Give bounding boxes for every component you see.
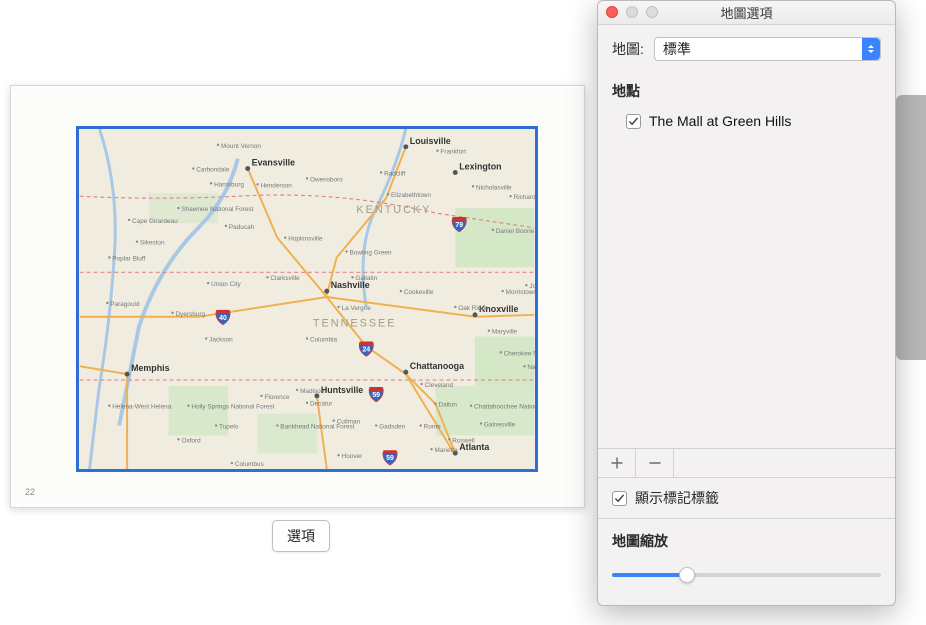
map-city-minor: Bankhead National Forest [280,423,354,430]
zoom-slider-thumb[interactable] [679,567,695,583]
map-city-minor: Rome [424,423,442,430]
location-label: The Mall at Green Hills [649,113,791,129]
map-city-minor: Roswell [452,437,474,444]
map-city-minor: Dalton [438,402,457,409]
map-city-minor: Daniel Boone National Forest [496,228,535,235]
map-canvas[interactable]: KENTUCKY TENNESSEE Louisville Lexington Eva… [79,129,535,469]
map-city-minor: Gallatin [355,275,377,282]
map-type-select[interactable]: 標準 [654,37,881,61]
map-city-minor: Dyersburg [176,311,206,318]
map-city-minor: Oxford [181,437,201,444]
map-type-label: 地圖: [612,39,644,59]
remove-location-button[interactable] [636,449,674,477]
map-city-minor: Tupelo [219,423,239,430]
map-city-minor: La Vergne [342,305,372,312]
close-icon[interactable] [606,6,618,18]
show-labels-checkbox[interactable] [612,491,627,506]
map-city-minor: Oak Ridge [458,305,489,312]
map-state-label: KENTUCKY [356,204,431,216]
map-city-minor: Decatur [310,401,333,408]
locations-header: 地點 [612,81,881,101]
map-type-value: 標準 [663,39,691,59]
map-city-major: Memphis [131,363,170,373]
right-edge-strip [896,95,926,360]
map-city-minor: Marietta [435,447,459,454]
map-city-minor: Cherokee National Forest [504,350,535,357]
map-city-minor: Madison [300,388,325,395]
map-city-minor: Hopkinsville [288,236,323,243]
map-city-minor: Hoover [342,453,364,460]
map-city-minor: Frankfort [440,149,466,156]
map-city-minor: Maryville [492,329,518,336]
map-city-major: Chattanooga [410,361,464,371]
svg-text:79: 79 [455,222,463,229]
map-city-major: Evansville [252,158,295,168]
zoom-slider[interactable] [612,563,881,587]
map-city-minor: Helena-West Helena [112,404,171,411]
map-city-minor: Poplar Bluff [112,255,145,262]
minimize-icon [626,6,638,18]
map-city-minor: Harrisburg [214,181,244,188]
map-city-minor: Columbia [310,337,337,344]
map-city-minor: Henderson [261,182,293,189]
map-city-minor: Holly Springs National Forest [191,404,274,411]
svg-text:24: 24 [362,346,370,353]
map-city-minor: Bowling Green [350,250,392,257]
map-city-major: Huntsville [321,385,363,395]
map-frame[interactable]: KENTUCKY TENNESSEE Louisville Lexington Eva… [76,126,538,472]
add-location-button[interactable] [598,449,636,477]
location-row[interactable]: The Mall at Green Hills [612,113,881,129]
map-city-minor: Richards [514,194,535,201]
location-checkbox[interactable] [626,114,641,129]
plus-icon [610,456,624,470]
svg-text:40: 40 [219,315,227,322]
map-city-minor: Owensboro [310,176,343,183]
map-city-minor: Carbondale [196,167,230,174]
map-city-minor: Paragould [110,301,140,308]
map-city-minor: Cookeville [404,289,434,296]
map-city-minor: Gainesville [484,422,516,429]
show-labels-row[interactable]: 顯示標記標籤 [598,478,895,519]
svg-text:59: 59 [386,455,394,462]
map-city-minor: Gadsden [379,423,405,430]
map-city-minor: Radcliff [384,170,405,177]
map-city-major: Lexington [459,162,501,172]
svg-text:59: 59 [372,392,380,399]
map-city-minor: Johnso [529,283,535,290]
map-state-label: TENNESSEE [313,318,397,330]
map-city-major: Louisville [410,136,451,146]
select-stepper-icon[interactable] [862,38,880,60]
show-labels-label: 顯示標記標籤 [635,488,719,508]
map-city-minor: Nantahala [527,364,535,371]
map-city-minor: Clarksville [270,275,300,282]
map-city-minor: Nicholasville [476,184,512,191]
page-number: 22 [25,487,35,497]
map-city-minor: Mount Vernon [221,143,261,150]
book-page: KENTUCKY TENNESSEE Louisville Lexington Eva… [10,85,585,508]
map-city-minor: Columbus [235,461,264,468]
map-city-minor: Sikeston [140,240,165,247]
map-city-minor: Cleveland [425,382,454,389]
add-remove-row [598,448,895,478]
map-city-minor: Union City [211,281,241,288]
options-button[interactable]: 選項 [272,520,330,552]
minus-icon [648,456,662,470]
map-city-minor: Jackson [209,337,233,344]
zoom-label: 地圖縮放 [612,531,881,551]
map-city-minor: Elizabethtown [391,192,431,199]
map-city-minor: Paducah [229,224,255,231]
map-city-minor: Cape Girardeau [132,218,178,225]
map-city-minor: Shawnee National Forest [181,206,253,213]
panel-titlebar[interactable]: 地圖選項 [598,1,895,25]
map-city-minor: Chattahoochee National Forest [474,404,535,411]
map-city-minor: Florence [265,394,290,401]
zoom-icon [646,6,658,18]
map-options-panel: 地圖選項 地圖: 標準 地點 The Mall at Green Hills [597,0,896,606]
